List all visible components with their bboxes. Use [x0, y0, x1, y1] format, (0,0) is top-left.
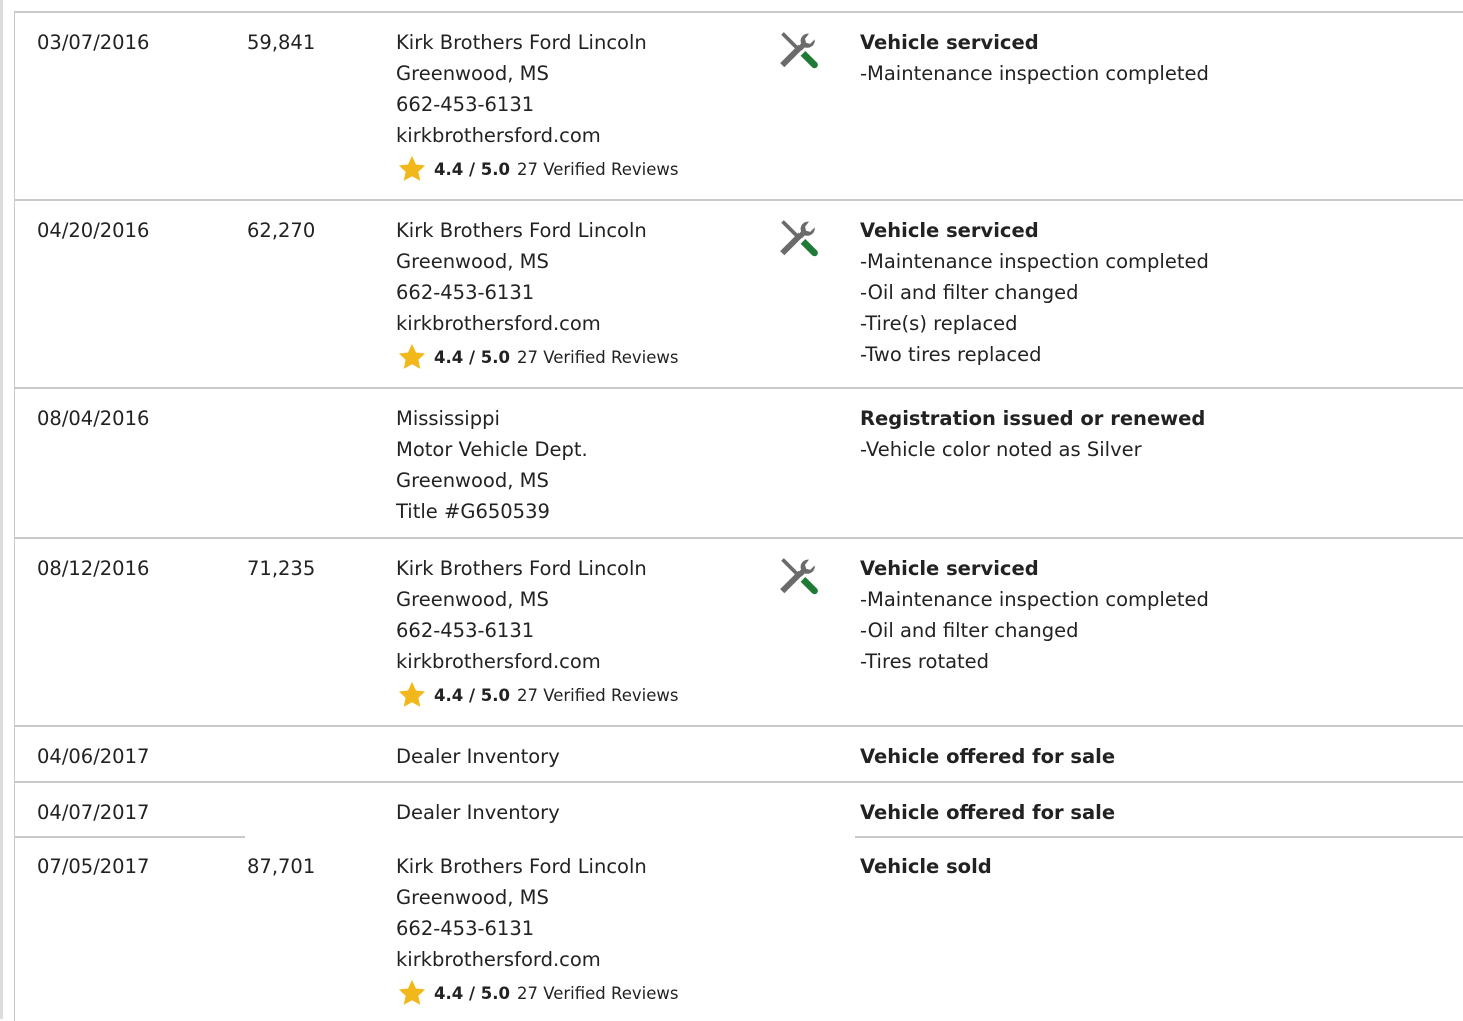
row-odometer: 71,235	[247, 557, 316, 580]
star-icon	[398, 979, 426, 1005]
dealer-rating[interactable]: 4.4 / 5.0 27 Verified Reviews	[397, 339, 678, 375]
row-comments: Registration issued or renewed -Vehicle c…	[860, 403, 1205, 465]
event-detail: -Maintenance inspection completed	[860, 250, 1209, 273]
event-title: Vehicle sold	[860, 855, 992, 878]
source-line: Kirk Brothers Ford Lincoln	[396, 219, 647, 242]
event-title: Registration issued or renewed	[860, 407, 1206, 430]
source-line: Kirk Brothers Ford Lincoln	[396, 31, 647, 54]
history-row: 08/04/2016 Mississippi Motor Vehicle Dept.…	[15, 389, 1463, 539]
row-date: 08/04/2016	[37, 407, 150, 430]
source-line: Mississippi	[396, 407, 500, 430]
row-date: 08/12/2016	[37, 557, 150, 580]
page-left-rule	[0, 0, 3, 1019]
event-detail: -Two tires replaced	[860, 343, 1042, 366]
row-comments: Vehicle offered for sale	[860, 797, 1115, 828]
source-line: 662-453-6131	[396, 917, 535, 940]
source-line: Greenwood, MS	[396, 886, 549, 909]
star-icon	[398, 681, 426, 707]
source-line: Greenwood, MS	[396, 469, 549, 492]
star-icon	[398, 155, 426, 181]
rating-score: 4.4 / 5.0	[434, 685, 510, 705]
source-website-link[interactable]: kirkbrothersford.com	[396, 944, 678, 975]
rating-score: 4.4 / 5.0	[434, 983, 510, 1003]
source-line: Dealer Inventory	[396, 745, 560, 768]
rating-reviews-link[interactable]: 27 Verified Reviews	[517, 978, 679, 1009]
source-line: Dealer Inventory	[396, 801, 560, 824]
row-source: Dealer Inventory	[396, 741, 560, 772]
row-date: 04/06/2017	[37, 745, 150, 768]
event-detail: -Tires rotated	[860, 650, 990, 673]
history-row: 03/07/2016 59,841 Kirk Brothers Ford Linco…	[15, 13, 1463, 201]
source-line: Motor Vehicle Dept.	[396, 438, 588, 461]
rating-score: 4.4 / 5.0	[434, 347, 510, 367]
source-line: Greenwood, MS	[396, 250, 549, 273]
event-title: Vehicle serviced	[860, 557, 1039, 580]
row-odometer: 87,701	[247, 855, 316, 878]
event-title: Vehicle offered for sale	[860, 801, 1116, 824]
vehicle-history-table: 03/07/2016 59,841 Kirk Brothers Ford Linco…	[14, 11, 1463, 1021]
source-line: Kirk Brothers Ford Lincoln	[396, 855, 647, 878]
dealer-rating[interactable]: 4.4 / 5.0 27 Verified Reviews	[397, 151, 678, 187]
rating-reviews-link[interactable]: 27 Verified Reviews	[517, 680, 679, 711]
source-website-link[interactable]: kirkbrothersford.com	[396, 308, 678, 339]
row-comments: Vehicle sold	[860, 851, 992, 882]
event-detail: -Maintenance inspection completed	[860, 588, 1209, 611]
row-comments: Vehicle serviced -Maintenance inspection …	[860, 215, 1209, 370]
history-row: 07/05/2017 87,701 Kirk Brothers Ford Linco…	[15, 837, 1463, 1021]
event-title: Vehicle serviced	[860, 219, 1039, 242]
row-comments: Vehicle serviced -Maintenance inspection …	[860, 553, 1209, 677]
row-source: Kirk Brothers Ford Lincoln Greenwood, MS 6…	[396, 27, 678, 187]
source-line: 662-453-6131	[396, 93, 535, 116]
dealer-rating[interactable]: 4.4 / 5.0 27 Verified Reviews	[397, 975, 678, 1011]
rating-reviews-link[interactable]: 27 Verified Reviews	[517, 154, 679, 185]
service-wrench-screwdriver-icon	[777, 30, 819, 72]
event-detail: -Tire(s) replaced	[860, 312, 1018, 335]
source-line: Greenwood, MS	[396, 588, 549, 611]
source-line: 662-453-6131	[396, 281, 535, 304]
row-source: Kirk Brothers Ford Lincoln Greenwood, MS 6…	[396, 215, 678, 375]
source-line: 662-453-6131	[396, 619, 535, 642]
event-title: Vehicle offered for sale	[860, 745, 1116, 768]
event-detail: -Maintenance inspection completed	[860, 62, 1209, 85]
row-date: 03/07/2016	[37, 31, 150, 54]
event-title: Vehicle serviced	[860, 31, 1039, 54]
dealer-rating[interactable]: 4.4 / 5.0 27 Verified Reviews	[397, 677, 678, 713]
row-date: 04/07/2017	[37, 801, 150, 824]
history-row: 04/07/2017 Dealer Inventory Vehicle offere…	[15, 783, 1463, 838]
row-source: Mississippi Motor Vehicle Dept. Greenwood,…	[396, 403, 588, 527]
event-detail: -Vehicle color noted as Silver	[860, 438, 1142, 461]
row-date: 07/05/2017	[37, 855, 150, 878]
source-website-link[interactable]: kirkbrothersford.com	[396, 120, 678, 151]
row-source: Dealer Inventory	[396, 797, 560, 828]
service-wrench-screwdriver-icon	[777, 556, 819, 598]
source-website-link[interactable]: kirkbrothersford.com	[396, 646, 678, 677]
row-comments: Vehicle offered for sale	[860, 741, 1115, 772]
history-row: 08/12/2016 71,235 Kirk Brothers Ford Linco…	[15, 539, 1463, 727]
history-row: 04/20/2016 62,270 Kirk Brothers Ford Linco…	[15, 201, 1463, 389]
star-icon	[398, 343, 426, 369]
event-detail: -Oil and filter changed	[860, 281, 1079, 304]
row-source: Kirk Brothers Ford Lincoln Greenwood, MS 6…	[396, 851, 678, 1011]
event-detail: -Oil and filter changed	[860, 619, 1079, 642]
service-wrench-screwdriver-icon	[777, 218, 819, 260]
rating-reviews-link[interactable]: 27 Verified Reviews	[517, 342, 679, 373]
row-date: 04/20/2016	[37, 219, 150, 242]
row-odometer: 59,841	[247, 31, 316, 54]
rating-score: 4.4 / 5.0	[434, 159, 510, 179]
source-line: Title #G650539	[396, 500, 550, 523]
source-line: Greenwood, MS	[396, 62, 549, 85]
row-source: Kirk Brothers Ford Lincoln Greenwood, MS 6…	[396, 553, 678, 713]
row-comments: Vehicle serviced -Maintenance inspection …	[860, 27, 1209, 89]
history-row: 04/06/2017 Dealer Inventory Vehicle offere…	[15, 727, 1463, 783]
row-odometer: 62,270	[247, 219, 316, 242]
source-line: Kirk Brothers Ford Lincoln	[396, 557, 647, 580]
